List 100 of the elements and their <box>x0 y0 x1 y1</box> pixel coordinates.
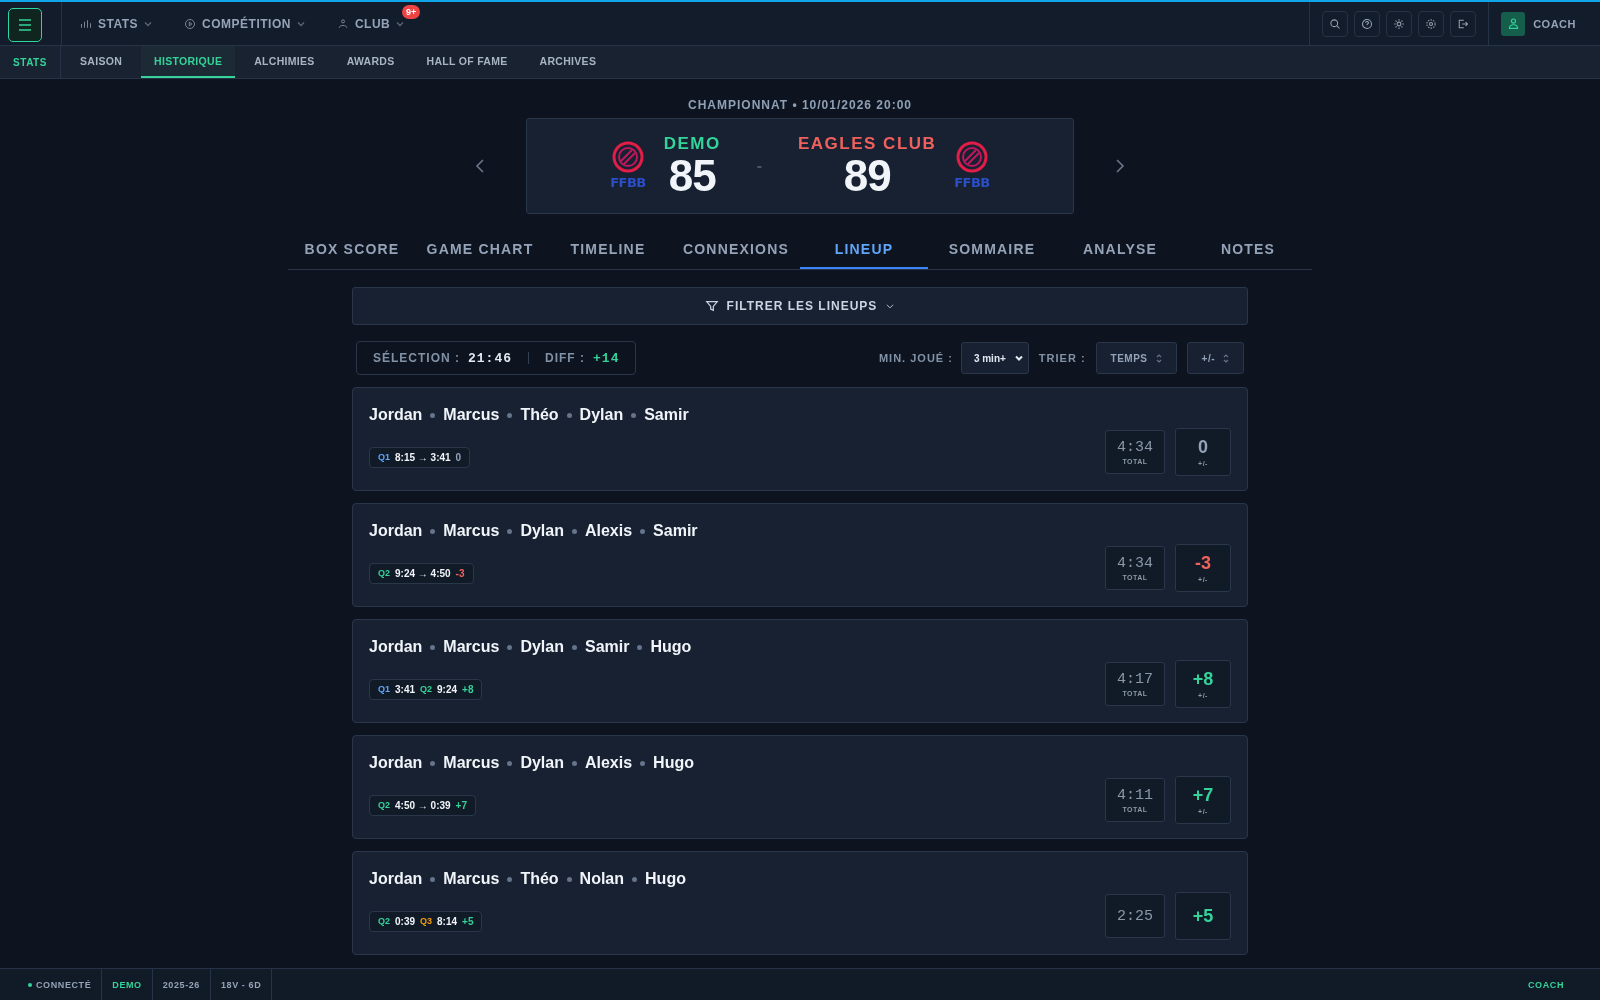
total-time: 4:11 <box>1117 787 1153 804</box>
stint-diff: +8 <box>462 684 474 695</box>
lineup-card[interactable]: Jordan Marcus Théo Nolan Hugo Q2 0:39 Q3 8:14 +5 2:25 +5 <box>352 851 1248 955</box>
section-label: STATS <box>0 46 61 78</box>
nav-menu[interactable]: STATS <box>76 2 157 45</box>
view-tab[interactable]: ANALYSE <box>1056 231 1184 269</box>
season-label: 2025-26 <box>152 969 211 1000</box>
total-time: 2:25 <box>1117 907 1153 925</box>
separator-dot <box>507 760 513 766</box>
time-range: 9:24 <box>437 684 458 695</box>
min-played-select[interactable]: 3 min+ <box>960 342 1029 374</box>
nav-menu[interactable]: COMPÉTITION <box>180 2 309 45</box>
total-time: 4:17 <box>1117 671 1153 688</box>
stint-diff: +7 <box>455 800 467 811</box>
team-label: DEMO <box>102 969 153 1000</box>
quarter-label: Q2 <box>420 683 433 694</box>
record-label: 18V - 6D <box>210 969 273 1000</box>
view-tab[interactable]: NOTES <box>1184 231 1312 269</box>
plus-minus-value: 0 <box>1198 437 1208 458</box>
player-name: Hugo <box>645 870 686 888</box>
sub-nav-tab[interactable]: SAISON <box>67 46 136 78</box>
play-circle-icon <box>184 17 197 30</box>
separator-dot <box>507 644 513 650</box>
separator-dot <box>566 412 572 418</box>
stint-diff: 0 <box>455 452 462 463</box>
plus-minus-value: -3 <box>1195 553 1211 574</box>
caret-icon <box>296 19 305 28</box>
sort-button[interactable]: TEMPS <box>1095 342 1177 374</box>
team-score: 85 <box>668 154 716 198</box>
status-dot <box>28 982 32 987</box>
bar-chart-icon <box>80 17 92 30</box>
caret-icon <box>1013 353 1024 363</box>
separator-dot <box>566 876 572 882</box>
user-avatar[interactable] <box>1501 11 1526 36</box>
separator-dot <box>430 412 436 418</box>
view-tab[interactable]: GAME CHART <box>416 231 544 269</box>
sort-button[interactable]: +/- <box>1186 342 1244 374</box>
view-tab[interactable]: SOMMAIRE <box>928 231 1056 269</box>
total-time: 4:34 <box>1117 439 1153 456</box>
logout-icon <box>1457 17 1470 30</box>
player-name: Jordan <box>369 638 423 656</box>
player-name: Jordan <box>369 754 423 772</box>
caret-icon <box>885 301 896 311</box>
plus-minus-value: +7 <box>1192 785 1214 806</box>
total-time: 4:34 <box>1117 555 1153 572</box>
separator-dot <box>430 528 436 534</box>
player-name: Dylan <box>520 638 564 656</box>
time-range: 3:41 <box>395 684 416 695</box>
selection-value: 21:46 <box>468 350 513 366</box>
match-info: CHAMPIONNAT • 10/01/2026 20:00 <box>687 98 913 112</box>
filter-button[interactable]: FILTRER LES LINEUPS <box>352 287 1248 325</box>
sun-icon <box>1393 17 1406 30</box>
player-name: Marcus <box>443 522 500 540</box>
player-name: Alexis <box>584 754 633 772</box>
view-tab[interactable]: LINEUP <box>800 231 928 269</box>
help-button[interactable] <box>1354 10 1381 37</box>
time-range: 8:14 <box>437 916 458 927</box>
player-name: Marcus <box>443 870 500 888</box>
settings-button[interactable] <box>1418 10 1445 37</box>
theme-button[interactable] <box>1386 10 1413 37</box>
help-icon <box>1361 17 1374 30</box>
search-button[interactable] <box>1322 10 1349 37</box>
logout-button[interactable] <box>1450 10 1477 37</box>
player-name: Marcus <box>443 638 500 656</box>
sort-icon <box>1155 353 1162 363</box>
player-name: Théo <box>520 406 559 424</box>
sub-nav-tab[interactable]: ARCHIVES <box>526 46 610 78</box>
menu-button[interactable] <box>8 8 42 42</box>
stint-diff: -3 <box>455 568 465 579</box>
team-name: DEMO <box>663 134 721 154</box>
player-name: Jordan <box>369 522 423 540</box>
score-separator: - <box>756 157 762 175</box>
view-tab[interactable]: CONNEXIONS <box>672 231 800 269</box>
player-name: Dylan <box>520 754 564 772</box>
quarter-label: Q2 <box>378 799 390 810</box>
plus-minus-value: +5 <box>1192 905 1214 927</box>
sub-nav-tab[interactable]: AWARDS <box>333 46 408 78</box>
separator-dot <box>631 412 637 418</box>
diff-value: +14 <box>593 350 620 366</box>
people-icon <box>336 17 349 30</box>
player-name: Hugo <box>653 754 694 772</box>
time-range: 0:39 <box>395 916 416 927</box>
sub-nav-tab[interactable]: HALL OF FAME <box>413 46 521 78</box>
team-name: EAGLES CLUB <box>798 134 937 154</box>
selection-label: SÉLECTION : <box>373 351 460 365</box>
sort-label: TRIER : <box>1038 352 1086 364</box>
quarter-label: Q3 <box>420 915 433 926</box>
player-name: Dylan <box>579 406 624 424</box>
view-tab[interactable]: BOX SCORE <box>288 231 416 269</box>
view-tab[interactable]: TIMELINE <box>544 231 672 269</box>
quarter-label: Q1 <box>378 683 390 694</box>
separator-dot <box>430 876 436 882</box>
player-name: Samir <box>653 522 698 540</box>
team-score: 89 <box>843 154 891 198</box>
sub-nav-tab[interactable]: HISTORIQUE <box>141 46 236 78</box>
sub-nav-tab[interactable]: ALCHIMIES <box>241 46 328 78</box>
separator-dot <box>640 528 646 534</box>
player-name: Alexis <box>584 522 633 540</box>
player-name: Théo <box>520 870 559 888</box>
caret-icon <box>144 19 153 28</box>
